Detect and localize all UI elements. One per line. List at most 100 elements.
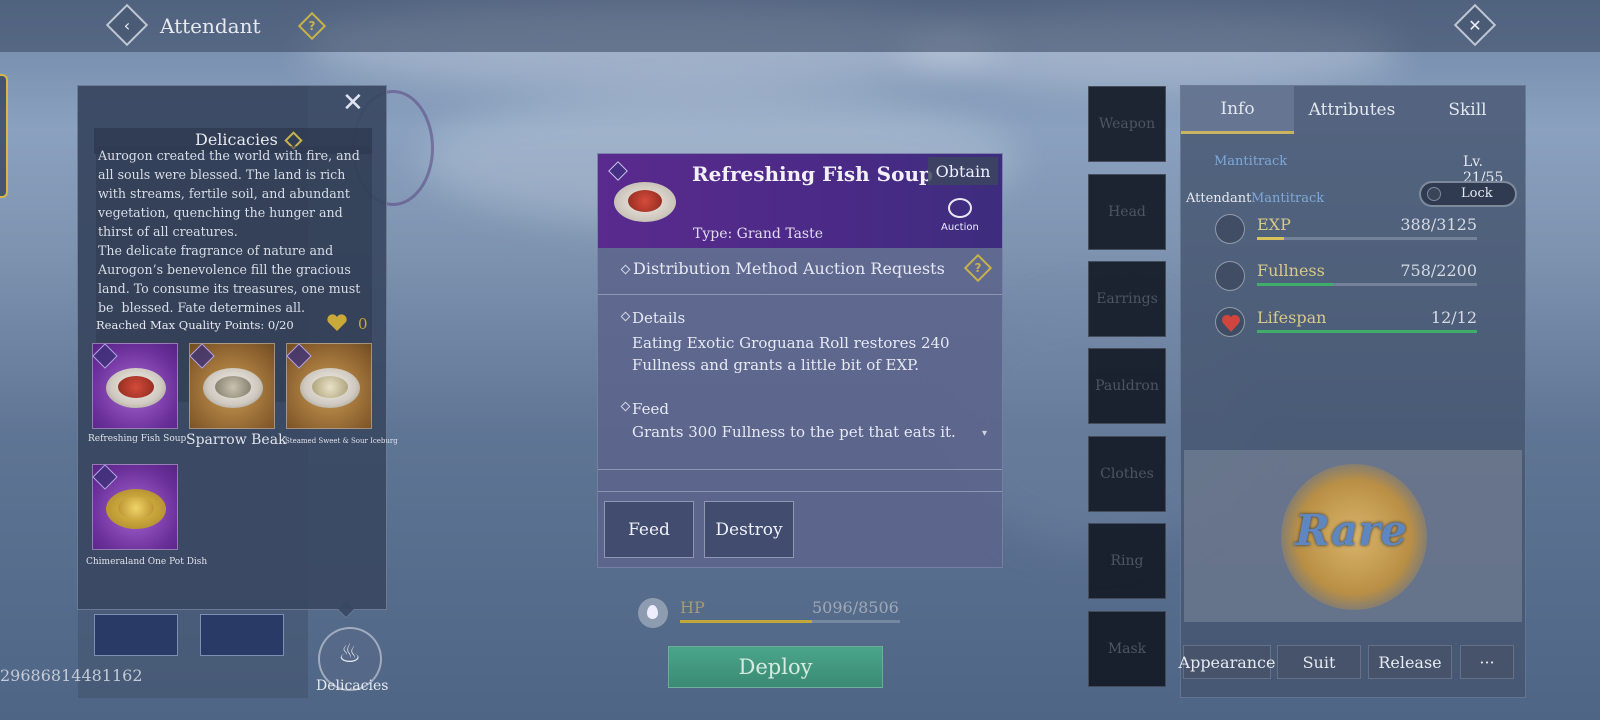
divider	[598, 294, 1002, 295]
quality-points: Reached Max Quality Points: 0/20	[96, 318, 294, 332]
equip-slot-head[interactable]: Head	[1088, 174, 1166, 250]
food-slot-sweet-sour[interactable]	[286, 343, 372, 429]
item-type: Type: Grand Taste	[693, 226, 824, 242]
hp-label: HP	[680, 598, 705, 617]
bullet-icon	[620, 401, 631, 412]
help-button[interactable]: ?	[297, 11, 327, 41]
item-header: Refreshing Fish Soup Obtain Type: Grand …	[598, 154, 1002, 248]
feed-text: Grants 300 Fullness to the pet that eats…	[632, 423, 956, 441]
tab-skill[interactable]: Skill	[1410, 86, 1525, 134]
delicacies-tab-label: Delicacies	[316, 678, 389, 694]
rarity-badge	[189, 343, 215, 369]
rarity-text: Rare	[1295, 506, 1407, 555]
feed-title: Feed	[632, 400, 669, 418]
attendant-label: Attendant	[1186, 191, 1252, 206]
details-title: Details	[632, 309, 686, 327]
scroll-down-icon[interactable]: ▾	[982, 428, 987, 439]
food-label: Sparrow Beak	[186, 432, 287, 448]
destroy-button[interactable]: Destroy	[704, 501, 794, 558]
food-label: Chimeraland One Pot Dish	[86, 557, 208, 567]
close-button[interactable]: ✕	[1453, 3, 1497, 47]
food-image	[106, 489, 166, 529]
feed-button[interactable]: Feed	[604, 501, 694, 558]
fullness-icon	[1215, 261, 1245, 291]
question-icon: ?	[974, 261, 982, 275]
help-button[interactable]: ?	[963, 253, 993, 283]
item-detail-panel: Refreshing Fish Soup Obtain Type: Grand …	[597, 153, 1003, 568]
food-image	[203, 368, 263, 408]
equip-slot-earrings[interactable]: Earrings	[1088, 261, 1166, 337]
fish-soup-image	[614, 182, 676, 222]
toggle-knob	[1427, 187, 1441, 201]
equip-slot-mask[interactable]: Mask	[1088, 611, 1166, 687]
info-panel: Info Attributes Skill Mantitrack Lv. 21/…	[1179, 85, 1526, 698]
stat-label-fullness: Fullness	[1257, 261, 1325, 280]
tab-info[interactable]: Info	[1181, 86, 1294, 134]
food-slot-fish-soup[interactable]	[92, 343, 178, 429]
food-image	[300, 368, 360, 408]
release-button[interactable]: Release	[1368, 645, 1452, 679]
fullness-bar	[1257, 283, 1477, 286]
divider	[598, 491, 1002, 492]
stat-label-lifespan: Lifespan	[1257, 308, 1327, 327]
food-slot-one-pot[interactable]	[92, 464, 178, 550]
equip-slot-weapon[interactable]: Weapon	[1088, 86, 1166, 162]
exp-bar	[1257, 237, 1477, 240]
hp-icon	[638, 598, 668, 628]
question-icon: ?	[308, 19, 316, 33]
item-name: Refreshing Fish Soup	[692, 162, 933, 186]
auction-icon	[948, 198, 972, 218]
chevron-left-icon: ‹	[123, 15, 131, 35]
lifespan-bar	[1257, 330, 1477, 333]
distribution-value: Auction Requests	[803, 259, 945, 278]
hp-bar-fill	[680, 620, 812, 623]
exp-icon	[1215, 214, 1245, 244]
rarity-badge	[92, 343, 118, 369]
food-label: Steamed Sweet & Sour Iceburg	[285, 437, 398, 445]
bullet-icon	[620, 264, 631, 275]
stat-label-exp: EXP	[1257, 215, 1291, 234]
stat-value-exp: 388/3125	[1400, 215, 1477, 234]
fullness-bar-fill	[1257, 283, 1333, 286]
food-slot-sparrow-beak[interactable]	[189, 343, 275, 429]
lock-toggle[interactable]: Lock	[1419, 181, 1517, 207]
suit-button[interactable]: Suit	[1277, 645, 1361, 679]
deploy-button[interactable]: Deploy	[668, 646, 883, 688]
stat-value-lifespan: 12/12	[1430, 308, 1477, 327]
lock-label: Lock	[1461, 186, 1493, 201]
divider	[598, 469, 1002, 470]
auction-label: Auction	[941, 222, 979, 233]
food-label: Refreshing Fish Soup	[88, 434, 187, 444]
side-tab[interactable]	[0, 74, 8, 198]
pet-name: Mantitrack	[1214, 154, 1288, 169]
pet-thumb-1[interactable]	[94, 614, 178, 656]
food-image	[106, 368, 166, 408]
attendant-name: Mantitrack	[1251, 191, 1325, 206]
tab-attributes[interactable]: Attributes	[1294, 86, 1410, 134]
rarity-badge	[286, 343, 312, 369]
spoon-icon: ♨	[338, 639, 362, 669]
page-title: Attendant	[160, 14, 261, 38]
exp-bar-fill	[1257, 237, 1285, 240]
back-button[interactable]: ‹	[105, 3, 149, 47]
lore-text: Aurogon created the world with fire, and…	[98, 148, 361, 315]
hp-bar	[680, 620, 900, 623]
more-button[interactable]: ···	[1460, 645, 1514, 679]
rarity-badge	[92, 464, 118, 490]
appearance-button[interactable]: Appearance	[1179, 645, 1275, 679]
stat-value-fullness: 758/2200	[1400, 261, 1477, 280]
equip-slot-pauldron[interactable]: Pauldron	[1088, 348, 1166, 424]
details-text: Eating Exotic Groguana Roll restores 240…	[632, 334, 950, 374]
hp-value: 5096/8506	[812, 598, 899, 617]
equip-slot-clothes[interactable]: Clothes	[1088, 436, 1166, 512]
close-icon: ✕	[1468, 15, 1482, 35]
player-id: 29686814481162	[0, 666, 143, 685]
pet-thumb-2[interactable]	[200, 614, 284, 656]
rarity-icon	[608, 161, 628, 181]
obtain-button[interactable]: Obtain	[928, 157, 998, 185]
distribution-label: Distribution Method	[633, 259, 798, 278]
close-icon[interactable]: ✕	[342, 88, 364, 118]
quality-count: 0	[358, 315, 368, 333]
lifespan-heart-icon	[1215, 307, 1245, 337]
equip-slot-ring[interactable]: Ring	[1088, 523, 1166, 599]
